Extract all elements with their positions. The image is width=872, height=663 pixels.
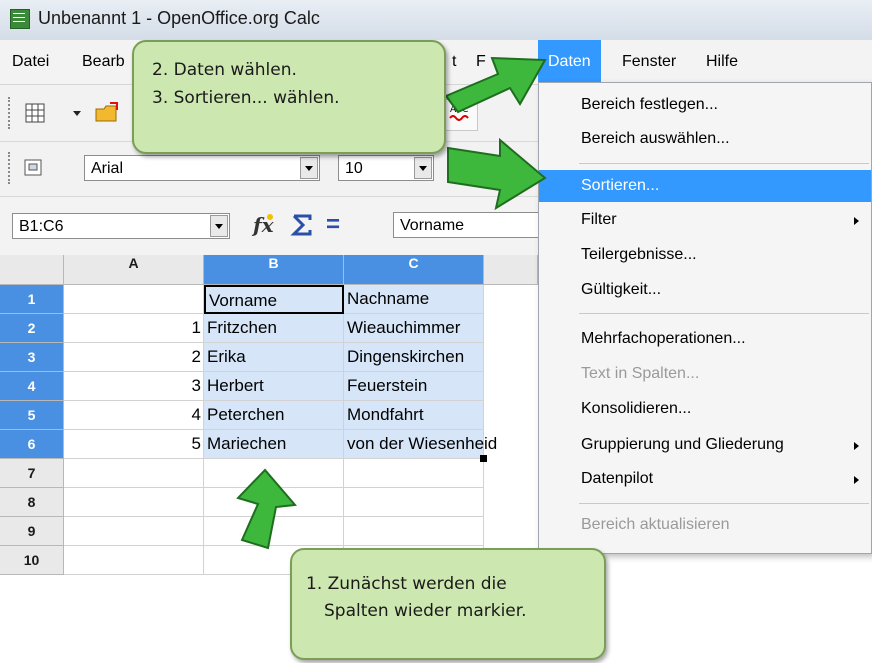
callout-steps-2-3: 2. Daten wählen. 3. Sortieren... wählen. <box>132 40 446 154</box>
callout-step-2: 2. Daten wählen. <box>152 60 297 80</box>
arrow-to-daten-menu <box>444 56 547 114</box>
callout-step-1-line2: Spalten wieder markier. <box>324 601 527 621</box>
arrow-to-sortieren <box>447 137 547 211</box>
arrow-to-selection <box>236 468 297 550</box>
callout-step-1: 1. Zunächst werden die Spalten wieder ma… <box>290 548 606 660</box>
callout-step-1-line1: 1. Zunächst werden die <box>306 574 507 594</box>
callout-step-3: 3. Sortieren... wählen. <box>152 88 340 108</box>
